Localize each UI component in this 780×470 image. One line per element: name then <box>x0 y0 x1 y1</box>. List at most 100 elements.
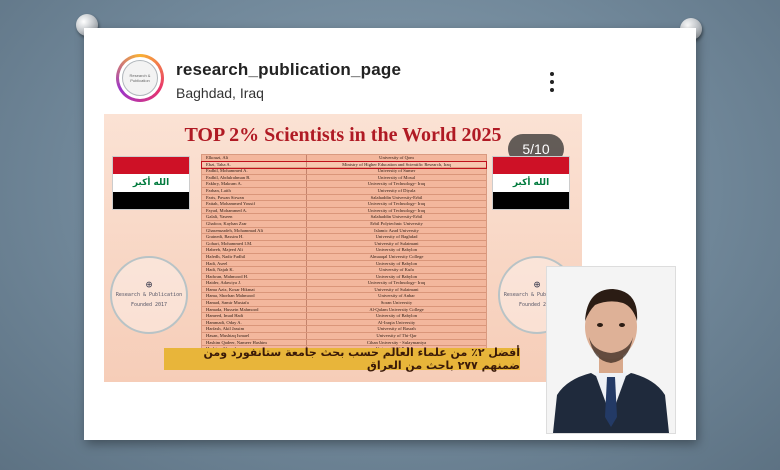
scientist-name: Hadi, Najah K. <box>202 267 307 273</box>
table-row: Grainedi, Bassim H. University of Baghdad <box>202 234 486 241</box>
table-row: Hameed, Imad Hadi University of Babylon <box>202 313 486 320</box>
scientist-university: Al-Qalam University College <box>369 306 424 312</box>
table-row: Harfash, Akil Jassim University of Basrah <box>202 326 486 334</box>
scientist-name: Fadhil, Abdulrahman B. <box>202 174 307 181</box>
table-row: Hamada, Hussein Mahmood Al-Qalam Universi… <box>202 306 486 314</box>
scientist-university: Al-Iraqia University <box>377 319 416 325</box>
scientist-university: University of Babylon <box>375 247 418 253</box>
post-caption-banner: أفضل ٢٪ من علماء العالم حسب بحث جامعة ست… <box>164 346 520 372</box>
scientist-university: University of Sumer <box>377 168 416 174</box>
table-row: Faris, Pawan Sirwan Salahaddin University… <box>202 194 486 202</box>
scientist-name: Haider, Adawiya J. <box>202 280 307 286</box>
table-row: Haider, Adawiya J. University of Technolo… <box>202 280 486 287</box>
scientist-university: Almaaqal University College <box>369 253 424 259</box>
scientist-university: Erbil Polytechnic University <box>370 220 423 226</box>
portrait-illustration <box>547 267 675 433</box>
scientist-university: University of Baghdad <box>375 234 418 240</box>
scientist-name: Habeeb, Majeed Ali <box>202 247 307 253</box>
table-row: Fakhry, Makram A. University of Technolog… <box>202 181 486 188</box>
table-row: Hadi, Aseel University of Babylon <box>202 260 486 268</box>
scientist-university: University of Technology- Iraq <box>367 280 426 286</box>
scientist-university: University of Babylon <box>375 313 418 319</box>
scientist-name: Gohari, Mohammed I.M. <box>202 240 307 247</box>
scientist-university: Salahaddin University-Erbil <box>370 214 423 220</box>
scientist-university: University of Qom <box>379 155 414 160</box>
table-row: Hadi, Najah K. University of Kufa <box>202 267 486 274</box>
scientist-name: Hashim Qadeer, Nameer Hashim <box>202 339 307 346</box>
instagram-post-header: Research & Publication research_publicat… <box>100 42 580 112</box>
post-image[interactable]: TOP 2% Scientists in the World 2025 5/10… <box>104 114 582 382</box>
table-row: Ghafoor, Kayhan Zrar Erbil Polytechnic Un… <box>202 220 486 228</box>
table-row: Habeeb, Majeed Ali University of Babylon <box>202 247 486 254</box>
scientist-university: University of Anbar <box>378 293 415 299</box>
scientist-university: University of Mosul <box>377 174 416 180</box>
scientist-name: Hammadi, Oday A. <box>202 319 307 326</box>
table-row: Gohari, Mohammed I.M. University of Sulai… <box>202 240 486 248</box>
table-row: Fadhil, Mohammed A. University of Sumer <box>202 168 486 175</box>
table-row: Elkouzi, Ali University of Qom <box>202 155 486 162</box>
scientist-name: Ghasemzadeh, Mohammad Ali <box>202 227 307 234</box>
scientist-name: Elkouzi, Ali <box>202 155 307 161</box>
scientist-name: Ebzi, Taha A. <box>202 161 307 168</box>
scientist-university: Ministry of Higher Education and Scienti… <box>342 161 451 167</box>
scientist-name: Hama, Shorhan Mahmood <box>202 293 307 300</box>
scientist-name: Faris, Pawan Sirwan <box>202 194 307 201</box>
avatar[interactable]: Research & Publication <box>116 54 164 102</box>
table-row: Farhan, Laith University of Diyala <box>202 187 486 195</box>
globe-icon: ⊕ <box>145 278 153 291</box>
table-row: Hasan, Mushtaq Ismael University of Thi-Q… <box>202 333 486 340</box>
scientists-table: Elkouzi, Ali University of Qom Ebzi, Taha … <box>201 154 487 353</box>
more-options-icon[interactable] <box>549 72 555 92</box>
table-row: Ebzi, Taha A. Ministry of Higher Educatio… <box>201 160 487 170</box>
scientist-university: Cihan University - Sulaymaniya <box>366 339 427 345</box>
iraq-flag-left-icon: الله أكبر <box>112 156 190 210</box>
scientist-name: Hafedh, Nadir Fadhil <box>202 253 307 260</box>
scientist-name: Hamad, Samir Mustafa <box>202 300 307 306</box>
scientist-university: Salahaddin University-Erbil <box>370 194 423 200</box>
scientist-name: Fadhil, Mohammed A. <box>202 168 307 174</box>
scientist-name: Hadi, Aseel <box>202 260 307 267</box>
scientist-university: University of Babylon <box>375 260 418 266</box>
table-row: Ghasemzadeh, Mohammad Ali Islamic Azad Un… <box>202 227 486 235</box>
scientist-university: University of Kufa <box>379 267 414 273</box>
table-row: Hammadi, Oday A. Al-Iraqia University <box>202 319 486 327</box>
scientist-name: Hasan, Mushtaq Ismael <box>202 333 307 339</box>
table-row: Hadwan, Mahmood H. University of Babylon <box>202 273 486 281</box>
scientist-university: University of Technology- Iraq <box>367 181 426 187</box>
scientist-name: Hamada, Hussein Mahmood <box>202 306 307 313</box>
scientist-name: Grainedi, Bassim H. <box>202 234 307 240</box>
scientist-name: Hama Aziz, Kosar Hikmat <box>202 286 307 293</box>
scientist-university: University of Sulaimani <box>374 286 419 292</box>
table-row: Galali, Yaseen Salahaddin University-Erbi… <box>202 214 486 221</box>
scientist-name: Farhan, Laith <box>202 187 307 194</box>
seal-left-logo: ⊕ Research & Publication Founded 2017 <box>110 256 188 334</box>
scientist-name: Harfash, Akil Jassim <box>202 326 307 333</box>
scientist-name: Fayad, Mohammed A. <box>202 207 307 214</box>
table-row: Hama, Shorhan Mahmood University of Anbar <box>202 293 486 301</box>
location-link[interactable]: Baghdad, Iraq <box>176 85 264 101</box>
scientist-university: University of Babylon <box>375 273 418 279</box>
scientist-university: University of Sulaimani <box>374 240 419 246</box>
scientist-university: University of Technology- Iraq <box>367 201 426 207</box>
scientist-university: Islamic Azad University <box>374 227 419 233</box>
globe-icon: ⊕ <box>533 278 541 291</box>
table-row: Hamad, Samir Mustafa Soran University <box>202 300 486 307</box>
scientist-name: Fattah, Mohammed Yousif <box>202 201 307 207</box>
table-row: Hama Aziz, Kosar Hikmat University of Sul… <box>202 286 486 294</box>
scientist-university: University of Basrah <box>377 326 416 332</box>
username-link[interactable]: research_publication_page <box>176 60 401 80</box>
table-row: Fadhil, Abdulrahman B. University of Mosu… <box>202 174 486 182</box>
portrait-photo <box>546 266 676 434</box>
scientist-university: University of Thi-Qar <box>376 333 417 339</box>
scientist-university: Soran University <box>380 300 413 306</box>
scientist-name: Hadwan, Mahmood H. <box>202 273 307 280</box>
table-row: Fattah, Mohammed Yousif University of Tec… <box>202 201 486 208</box>
scientist-name: Hameed, Imad Hadi <box>202 313 307 319</box>
scientist-name: Fakhry, Makram A. <box>202 181 307 187</box>
scientist-university: University of Diyala <box>377 187 416 193</box>
scientist-university: University of Technology- Iraq <box>367 207 426 213</box>
table-row: Hafedh, Nadir Fadhil Almaaqal University … <box>202 253 486 261</box>
avatar-logo: Research & Publication <box>122 60 158 96</box>
iraq-flag-right-icon: الله أكبر <box>492 156 570 210</box>
table-row: Fayad, Mohammed A. University of Technolo… <box>202 207 486 215</box>
